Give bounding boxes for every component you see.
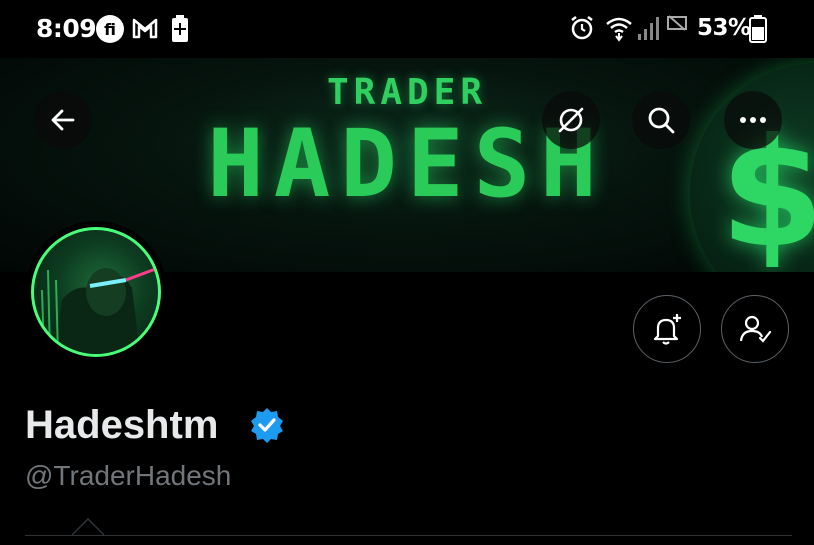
search-icon bbox=[648, 107, 675, 134]
gmail-icon bbox=[131, 14, 159, 47]
more-icon bbox=[740, 117, 766, 123]
status-bar: 8:09 fi 53% bbox=[0, 0, 814, 58]
verified-badge-icon[interactable] bbox=[248, 406, 286, 449]
following-button[interactable] bbox=[721, 295, 789, 363]
avatar-image bbox=[31, 227, 161, 357]
grok-button[interactable] bbox=[542, 91, 600, 149]
back-button[interactable] bbox=[34, 91, 92, 149]
banner-title-main: HADESH bbox=[207, 110, 607, 219]
search-button[interactable] bbox=[632, 91, 690, 149]
back-arrow-icon bbox=[51, 109, 75, 131]
tab-divider bbox=[25, 535, 792, 536]
battery-icon bbox=[749, 14, 767, 49]
handle: @TraderHadesh bbox=[25, 460, 232, 491]
battery-saver-icon bbox=[170, 14, 190, 49]
person-check-icon bbox=[739, 315, 772, 343]
signal-icon bbox=[636, 14, 662, 47]
bell-plus-icon bbox=[653, 314, 681, 345]
battery-percent: 53% bbox=[697, 15, 751, 41]
wifi-icon bbox=[604, 14, 634, 49]
svg-text:fi: fi bbox=[104, 20, 116, 39]
fi-app-icon: fi bbox=[95, 14, 125, 49]
notifications-button[interactable] bbox=[633, 295, 701, 363]
no-sim-icon bbox=[666, 14, 688, 39]
more-button[interactable] bbox=[724, 91, 782, 149]
avatar[interactable] bbox=[25, 221, 167, 363]
status-time: 8:09 bbox=[36, 14, 97, 43]
banner-title-top: TRADER bbox=[326, 72, 488, 113]
grok-icon bbox=[558, 107, 584, 133]
caret-up-icon bbox=[71, 517, 105, 541]
display-name: Hadeshtm bbox=[25, 403, 219, 447]
alarm-icon bbox=[569, 14, 595, 47]
